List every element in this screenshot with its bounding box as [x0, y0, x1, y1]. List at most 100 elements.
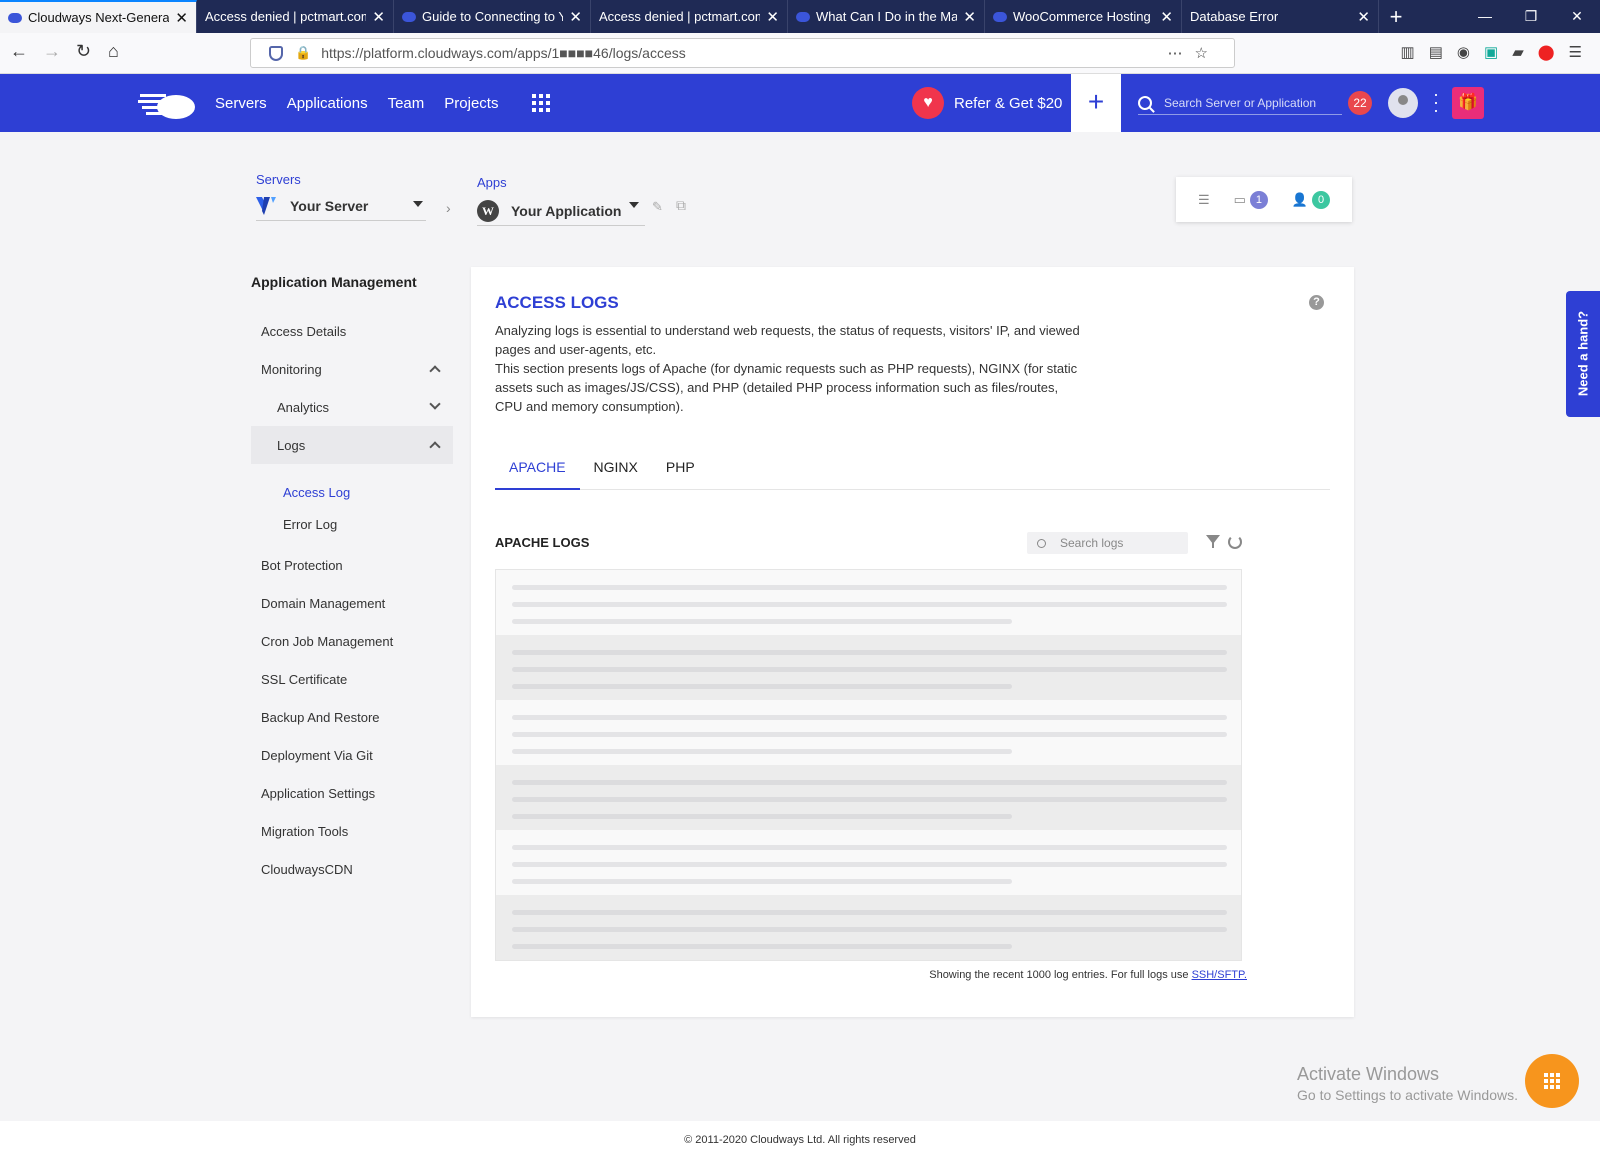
home-icon[interactable]: ⌂ — [108, 41, 119, 62]
app-management-sidebar: Application Management Access Details Mo… — [251, 274, 453, 888]
url-text: https://platform.cloudways.com/apps/1■■■… — [321, 45, 686, 61]
app-selector[interactable]: W Your Application — [477, 196, 645, 226]
browser-tab[interactable]: WooCommerce Hosting - ✕ — [985, 0, 1182, 33]
restore-icon[interactable]: ❐ — [1508, 0, 1554, 33]
close-tab-icon[interactable]: ✕ — [1357, 8, 1370, 26]
need-a-hand-tab[interactable]: Need a hand? — [1566, 291, 1600, 417]
page-actions-icons[interactable]: ⋯☆ — [1168, 44, 1220, 62]
tab-nginx[interactable]: NGINX — [580, 450, 652, 490]
sidebar-item-cloudwayscdn[interactable]: CloudwaysCDN — [251, 850, 453, 888]
sidebar-item-error-log[interactable]: Error Log — [251, 508, 453, 540]
log-row-skeleton — [496, 830, 1241, 895]
browser-tab[interactable]: What Can I Do in the Man ✕ — [788, 0, 985, 33]
tab-php[interactable]: PHP — [652, 450, 709, 490]
sidebar-item-analytics[interactable]: Analytics — [251, 388, 453, 426]
files-button[interactable]: ▭ 1 — [1234, 190, 1268, 209]
chevron-down-icon — [413, 201, 423, 207]
refresh-icon[interactable] — [1228, 535, 1242, 549]
browser-tab-bar: Cloudways Next-Generati ✕ Access denied |… — [0, 0, 1600, 33]
browser-tab[interactable]: Access denied | pctmart.com ✕ — [197, 0, 394, 33]
chevron-up-icon — [429, 365, 441, 377]
hamburger-menu-icon[interactable]: ☰ — [1569, 43, 1582, 61]
user-icon: 👤 — [1291, 191, 1309, 207]
tracking-shield-icon[interactable] — [269, 45, 283, 61]
url-bar[interactable]: 🔒 https://platform.cloudways.com/apps/1■… — [250, 38, 1235, 68]
sidebar-item-cron-job-management[interactable]: Cron Job Management — [251, 622, 453, 660]
close-tab-icon[interactable]: ✕ — [372, 8, 385, 26]
sidebar-item-monitoring[interactable]: Monitoring — [251, 350, 453, 388]
log-search — [1027, 532, 1188, 554]
browser-tab[interactable]: Guide to Connecting to Yo ✕ — [394, 0, 591, 33]
more-options-icon[interactable]: · · · — [1433, 85, 1439, 119]
server-selector[interactable]: Your Server — [256, 191, 426, 221]
sidebar-item-logs[interactable]: Logs — [251, 426, 453, 464]
app-name: Your Application — [511, 202, 622, 219]
tab-apache[interactable]: APACHE — [495, 450, 580, 490]
menu-servers[interactable]: Servers — [215, 95, 267, 112]
menu-applications[interactable]: Applications — [287, 95, 368, 112]
chevron-down-icon — [429, 398, 441, 410]
global-search-input[interactable] — [1164, 95, 1334, 110]
sidebar-item-backup-and-restore[interactable]: Backup And Restore — [251, 698, 453, 736]
new-tab-icon[interactable]: + — [1379, 0, 1413, 33]
stop-extension-icon[interactable]: ⬤ — [1538, 43, 1555, 61]
members-button[interactable]: 👤 0 — [1291, 190, 1331, 209]
folder-icon[interactable]: ▰ — [1512, 43, 1524, 61]
browser-tab[interactable]: Database Error ✕ — [1182, 0, 1379, 33]
close-tab-icon[interactable]: ✕ — [569, 8, 582, 26]
server-name: Your Server — [290, 197, 369, 214]
chevron-down-icon — [629, 202, 639, 208]
close-window-icon[interactable]: ✕ — [1554, 0, 1600, 33]
cloudways-favicon-icon — [993, 11, 1007, 22]
lock-icon[interactable]: 🔒 — [295, 45, 311, 61]
cloudways-logo[interactable] — [138, 86, 196, 120]
main-menu: Servers Applications Team Projects — [215, 74, 498, 132]
sidebar-item-migration-tools[interactable]: Migration Tools — [251, 812, 453, 850]
sidebar-item-bot-protection[interactable]: Bot Protection — [251, 546, 453, 584]
servers-crumb-label[interactable]: Servers — [256, 172, 301, 187]
apps-grid-icon[interactable] — [532, 94, 550, 112]
floating-menu-button[interactable] — [1525, 1054, 1579, 1108]
sidebar-item-ssl-certificate[interactable]: SSL Certificate — [251, 660, 453, 698]
account-icon[interactable]: ◉ — [1457, 43, 1470, 61]
save-icon[interactable]: ▣ — [1484, 43, 1498, 61]
sidebar-item-application-settings[interactable]: Application Settings — [251, 774, 453, 812]
help-icon[interactable]: ? — [1309, 295, 1324, 310]
close-tab-icon[interactable]: ✕ — [1160, 8, 1173, 26]
filter-icon[interactable] — [1206, 535, 1220, 548]
browser-tab[interactable]: Cloudways Next-Generati ✕ — [0, 0, 197, 33]
copyright: © 2011-2020 Cloudways Ltd. All rights re… — [684, 1134, 916, 1146]
log-search-input[interactable] — [1060, 536, 1180, 550]
library-icon[interactable]: ▥ — [1401, 43, 1415, 61]
add-button[interactable]: + — [1071, 74, 1121, 132]
forward-icon[interactable]: → — [43, 41, 61, 62]
user-avatar[interactable] — [1388, 88, 1418, 118]
sidebar-item-access-details[interactable]: Access Details — [251, 312, 453, 350]
reload-icon[interactable]: ↻ — [76, 41, 91, 62]
sidebar-item-deployment-via-git[interactable]: Deployment Via Git — [251, 736, 453, 774]
notification-badge[interactable]: 22 — [1348, 91, 1372, 115]
server-details-icon[interactable]: ☰ — [1198, 192, 1210, 208]
log-list-loading — [495, 569, 1242, 961]
minimize-icon[interactable]: — — [1462, 0, 1508, 33]
log-row-skeleton — [496, 700, 1241, 765]
menu-team[interactable]: Team — [388, 95, 425, 112]
page-footer: © 2011-2020 Cloudways Ltd. All rights re… — [0, 1121, 1600, 1160]
sidebar-item-domain-management[interactable]: Domain Management — [251, 584, 453, 622]
sidebar-item-access-log[interactable]: Access Log — [251, 476, 453, 508]
external-link-icon[interactable]: ⧉ — [676, 197, 686, 214]
close-tab-icon[interactable]: ✕ — [963, 8, 976, 26]
browser-tab[interactable]: Access denied | pctmart.com ✕ — [591, 0, 788, 33]
ssh-sftp-link[interactable]: SSH/SFTP. — [1192, 969, 1247, 981]
heart-icon: ♥ — [912, 87, 944, 119]
refer-button[interactable]: ♥ Refer & Get $20 — [912, 87, 1062, 119]
menu-projects[interactable]: Projects — [444, 95, 498, 112]
close-tab-icon[interactable]: ✕ — [175, 9, 188, 27]
gift-icon[interactable]: 🎁 — [1452, 87, 1484, 119]
back-icon[interactable]: ← — [10, 41, 28, 62]
reader-view-icon[interactable]: ▤ — [1429, 43, 1443, 61]
edit-pencil-icon[interactable]: ✎ — [652, 199, 663, 215]
global-search — [1138, 91, 1342, 115]
apps-crumb-label[interactable]: Apps — [477, 175, 507, 190]
close-tab-icon[interactable]: ✕ — [766, 8, 779, 26]
